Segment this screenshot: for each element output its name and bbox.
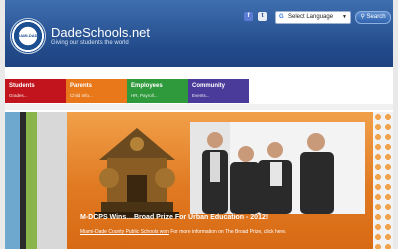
- nav-item-schools[interactable]: Schools: [169, 71, 188, 77]
- main-nav: Discover M-DCPS Calendars Connections Di…: [5, 69, 393, 79]
- nav-item-discover[interactable]: Discover M-DCPS: [10, 71, 52, 77]
- search-button[interactable]: ⚲ Search: [355, 11, 391, 24]
- tile-subtitle: Events...: [192, 93, 210, 98]
- hero-headline[interactable]: M-DCPS Wins....Broad Prize For Urban Edu…: [80, 214, 268, 221]
- tile-title: Community: [192, 83, 225, 89]
- hero-banner[interactable]: M-DCPS Wins....Broad Prize For Urban Edu…: [5, 112, 393, 249]
- broad-prize-trophy-image: [95, 128, 179, 218]
- nav-item-connections[interactable]: Connections: [94, 71, 124, 77]
- hero-subline: Miami-Dade County Public Schools won For…: [80, 229, 286, 235]
- nav-item-portal[interactable]: Portal: [284, 71, 298, 77]
- tile-subtitle: Child Info...: [70, 93, 93, 98]
- tile-students[interactable]: Students Grades...: [5, 79, 66, 103]
- search-icon: ⚲: [360, 14, 365, 20]
- tile-parents[interactable]: Parents Child Info...: [66, 79, 127, 103]
- page: MIAMI-DADE DadeSchools.net Giving our st…: [5, 0, 393, 249]
- tile-title: Parents: [70, 83, 93, 89]
- google-translate-icon: G: [279, 14, 284, 20]
- nav-item-superintendent[interactable]: Superintendent: [237, 71, 274, 77]
- hero-subline-text: For more information on The Broad Prize,…: [168, 229, 287, 235]
- nav-item-school-board[interactable]: School Board: [195, 71, 228, 77]
- language-select-label: Select Language: [288, 14, 334, 20]
- facebook-icon[interactable]: f: [244, 12, 253, 21]
- site-tagline: Giving our students the world: [51, 40, 129, 46]
- seal-text: MIAMI-DADE: [15, 33, 41, 38]
- tile-community[interactable]: Community Events...: [188, 79, 249, 103]
- audience-tiles: Students Grades... Parents Child Info...…: [5, 79, 393, 103]
- district-seal-logo[interactable]: MIAMI-DADE: [10, 18, 46, 54]
- tile-title: Employees: [131, 83, 163, 89]
- chevron-down-icon: ▼: [342, 14, 347, 20]
- award-photo: [190, 122, 365, 214]
- site-header: MIAMI-DADE DadeSchools.net Giving our st…: [5, 0, 393, 77]
- tile-title: Students: [9, 83, 35, 89]
- divider: [5, 104, 393, 110]
- tile-employees[interactable]: Employees HR, Payroll...: [127, 79, 188, 103]
- site-title[interactable]: DadeSchools.net: [51, 26, 150, 39]
- nav-item-directories[interactable]: Directories: [133, 71, 159, 77]
- search-button-label: Search: [366, 14, 386, 20]
- twitter-icon[interactable]: t: [258, 12, 267, 21]
- nav-item-calendars[interactable]: Calendars: [63, 71, 87, 77]
- tile-subtitle: HR, Payroll...: [131, 93, 158, 98]
- tile-subtitle: Grades...: [9, 93, 28, 98]
- hero-right-pattern: [373, 112, 393, 249]
- hero-link[interactable]: Miami-Dade County Public Schools won: [80, 229, 169, 235]
- language-select[interactable]: G Select Language ▼: [275, 11, 351, 24]
- hero-left-image-strip: [5, 112, 67, 249]
